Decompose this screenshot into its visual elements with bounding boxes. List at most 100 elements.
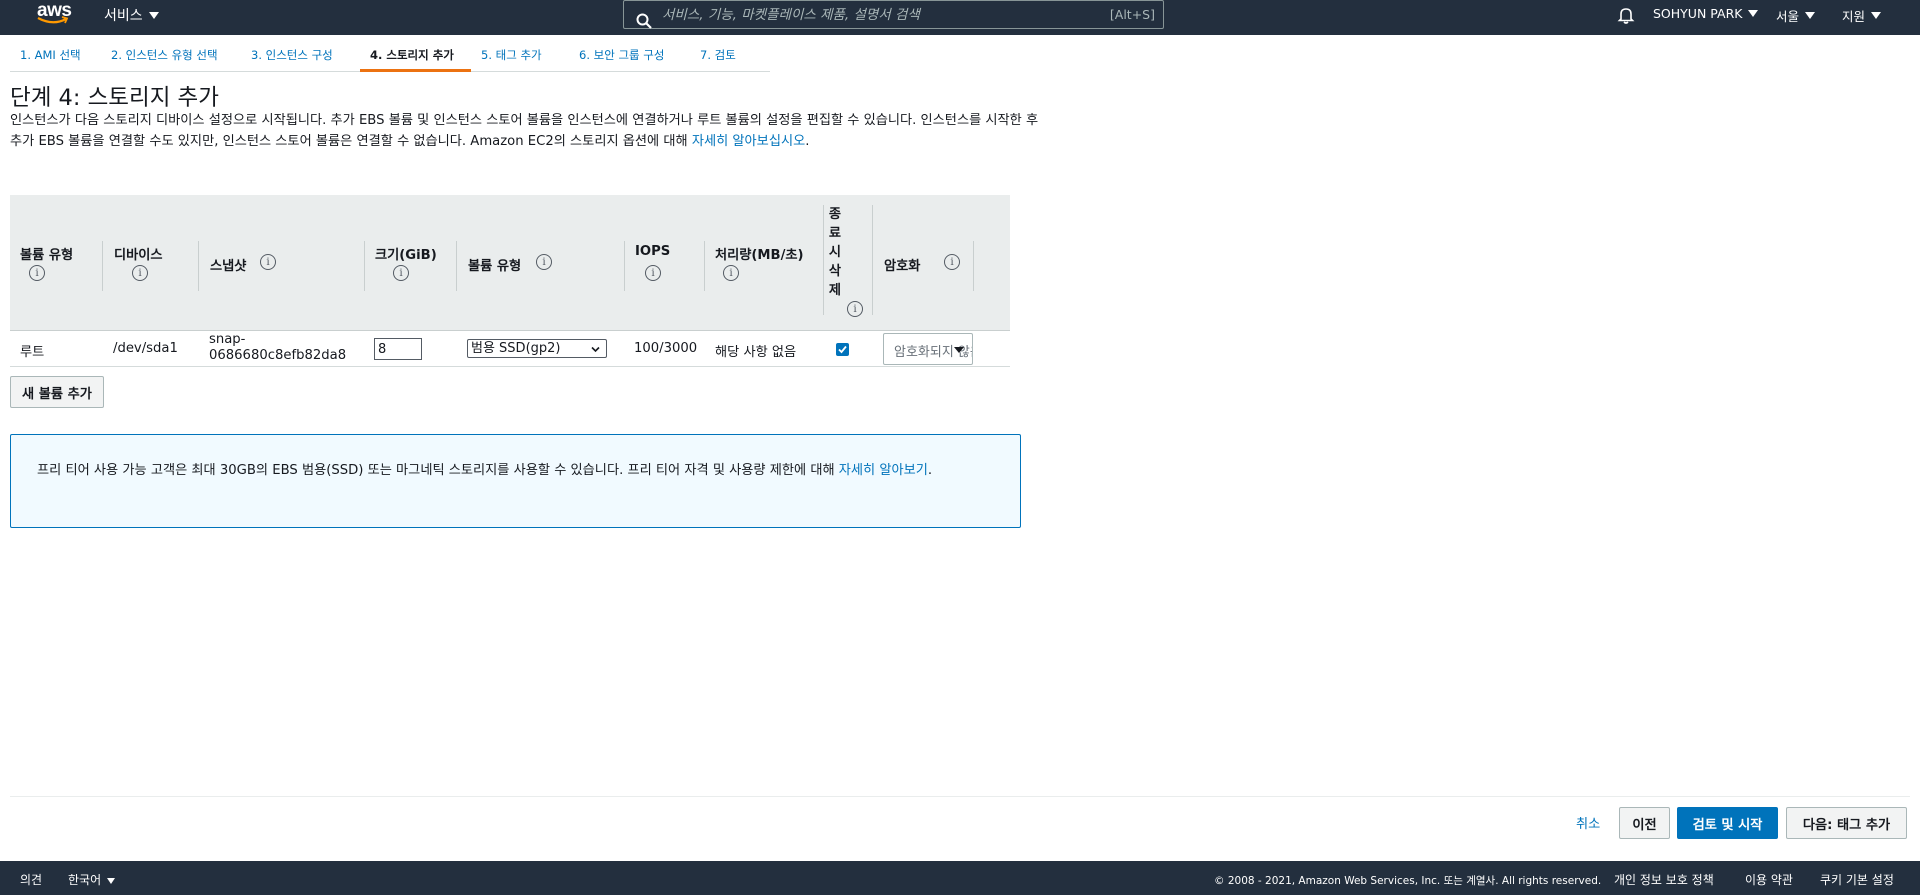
terms-link[interactable]: 이용 약관 — [1745, 871, 1793, 888]
header-label: IOPS — [635, 244, 671, 259]
info-icon[interactable]: i — [29, 265, 45, 281]
cell-throughput: 해당 사항 없음 — [715, 345, 797, 360]
vertical-char: 삭 — [828, 264, 842, 279]
step-security-group[interactable]: 6. 보안 그룹 구성 — [569, 44, 690, 72]
info-icon[interactable]: i — [536, 254, 552, 270]
encryption-select[interactable]: 암호화되지 않음 — [883, 333, 973, 365]
page-description: 인스턴스가 다음 스토리지 디바이스 설정으로 시작됩니다. 추가 EBS 볼륨… — [10, 110, 1040, 152]
learn-more-link[interactable]: 자세히 알아보십시오 — [692, 134, 805, 149]
info-icon[interactable]: i — [847, 301, 863, 317]
column-divider — [704, 241, 705, 291]
chevron-down-icon — [591, 346, 600, 353]
services-menu[interactable]: 서비스 — [104, 5, 159, 25]
step-review[interactable]: 7. 검토 — [690, 44, 770, 72]
review-and-launch-button[interactable]: 검토 및 시작 — [1677, 807, 1778, 839]
column-divider — [624, 241, 625, 291]
delete-on-termination-checkbox[interactable] — [836, 343, 849, 356]
notification-bell-icon[interactable] — [1617, 6, 1635, 24]
column-divider — [823, 205, 824, 315]
snapshot-line-2: 0686680c8efb82da8 — [209, 348, 347, 363]
column-divider — [456, 241, 457, 291]
column-divider — [364, 241, 365, 291]
aws-smile-icon — [37, 16, 69, 24]
info-icon[interactable]: i — [132, 265, 148, 281]
step-configure-instance[interactable]: 3. 인스턴스 구성 — [241, 44, 360, 72]
header-label: 처리량(MB/초) — [715, 248, 804, 263]
top-navigation-bar: aws 서비스 [Alt+S] SOHYUN PARK 서울 지원 — [0, 0, 1920, 35]
header-throughput: 처리량(MB/초) i — [706, 195, 814, 331]
support-label: 지원 — [1842, 9, 1866, 24]
caret-down-icon — [107, 877, 116, 884]
cookie-preferences-link[interactable]: 쿠키 기본 설정 — [1820, 871, 1894, 888]
volume-type-select[interactable]: 범용 SSD(gp2) — [467, 339, 607, 358]
search-shortcut-hint: [Alt+S] — [1109, 7, 1155, 22]
feedback-link[interactable]: 의견 — [20, 871, 42, 888]
language-selector[interactable]: 한국어 — [68, 871, 116, 888]
privacy-link[interactable]: 개인 정보 보호 정책 — [1614, 871, 1714, 888]
search-icon — [636, 13, 652, 29]
step-add-storage[interactable]: 4. 스토리지 추가 — [360, 44, 471, 72]
free-tier-notice: 프리 티어 사용 가능 고객은 최대 30GB의 EBS 범용(SSD) 또는 … — [10, 434, 1021, 528]
aws-logo[interactable]: aws — [36, 0, 72, 27]
checkmark-icon — [838, 345, 847, 354]
info-icon[interactable]: i — [260, 254, 276, 270]
description-line-1: 인스턴스가 다음 스토리지 디바이스 설정으로 시작됩니다. 추가 EBS 볼륨… — [10, 113, 901, 128]
info-icon[interactable]: i — [645, 265, 661, 281]
header-label: 디바이스 — [114, 248, 163, 263]
search-input[interactable] — [662, 4, 1062, 26]
header-volume-type: 볼륨 유형 i — [10, 195, 104, 331]
column-divider — [102, 241, 103, 291]
description-end: . — [805, 134, 810, 149]
step-ami[interactable]: 1. AMI 선택 — [10, 44, 101, 72]
caret-down-icon — [1748, 10, 1759, 17]
header-snapshot: 스냅샷 i — [200, 195, 364, 331]
snapshot-line-1: snap- — [209, 332, 246, 347]
vertical-char: 종 — [828, 207, 842, 222]
header-label: 크기(GiB) — [375, 248, 437, 263]
copyright: © 2008 - 2021, Amazon Web Services, Inc.… — [1214, 875, 1602, 887]
notice-learn-more-link[interactable]: 자세히 알아보기 — [839, 463, 928, 478]
caret-down-icon — [1871, 12, 1882, 19]
region-menu[interactable]: 서울 — [1776, 6, 1816, 25]
info-icon[interactable]: i — [723, 265, 739, 281]
notice-end: . — [927, 463, 933, 478]
caret-down-icon — [1805, 12, 1816, 19]
step-instance-type[interactable]: 2. 인스턴스 유형 선택 — [101, 44, 241, 72]
actions-divider — [10, 796, 1910, 797]
info-icon[interactable]: i — [944, 254, 960, 270]
cell-snapshot: snap- 0686680c8efb82da8 — [209, 332, 346, 364]
language-label: 한국어 — [68, 873, 102, 887]
vertical-char: 제 — [828, 283, 842, 298]
info-icon[interactable]: i — [393, 265, 409, 281]
header-iops: IOPS i — [626, 195, 704, 331]
footer: 의견 한국어 © 2008 - 2021, Amazon Web Service… — [0, 861, 1920, 895]
next-add-tags-button[interactable]: 다음: 태그 추가 — [1786, 807, 1907, 839]
header-ebs-volume-type: 볼륨 유형 i — [458, 195, 624, 331]
region-label: 서울 — [1776, 9, 1800, 24]
size-input[interactable] — [374, 338, 422, 360]
storage-table: 볼륨 유형 i 디바이스 i 스냅샷 i 크기(GiB) i 볼륨 유형 i I… — [10, 195, 1010, 367]
page-title: 단계 4: 스토리지 추가 — [10, 85, 219, 111]
header-label: 암호화 — [884, 259, 921, 274]
header-label: 볼륨 유형 — [20, 248, 74, 263]
table-header: 볼륨 유형 i 디바이스 i 스냅샷 i 크기(GiB) i 볼륨 유형 i I… — [10, 195, 1010, 331]
cell-iops: 100/3000 — [634, 341, 698, 356]
user-name: SOHYUN PARK — [1653, 6, 1743, 21]
support-menu[interactable]: 지원 — [1842, 6, 1882, 25]
step-add-tags[interactable]: 5. 태그 추가 — [471, 44, 569, 72]
header-label: 볼륨 유형 — [468, 259, 522, 274]
global-search[interactable]: [Alt+S] — [623, 0, 1164, 29]
header-label: 스냅샷 — [210, 259, 247, 274]
cancel-link[interactable]: 취소 — [1576, 813, 1600, 832]
column-divider — [872, 205, 873, 315]
column-divider — [198, 241, 199, 291]
table-row: 루트 /dev/sda1 snap- 0686680c8efb82da8 범용 … — [10, 331, 1010, 367]
volume-type-selected: 범용 SSD(gp2) — [471, 341, 561, 356]
user-menu[interactable]: SOHYUN PARK — [1653, 6, 1759, 21]
cell-volume-type: 루트 — [20, 345, 45, 360]
previous-button[interactable]: 이전 — [1619, 807, 1670, 839]
header-encryption: 암호화 i — [874, 195, 984, 331]
wizard-steps: 1. AMI 선택 2. 인스턴스 유형 선택 3. 인스턴스 구성 4. 스토… — [10, 44, 770, 72]
cell-device: /dev/sda1 — [113, 341, 178, 356]
add-new-volume-button[interactable]: 새 볼륨 추가 — [10, 376, 104, 408]
